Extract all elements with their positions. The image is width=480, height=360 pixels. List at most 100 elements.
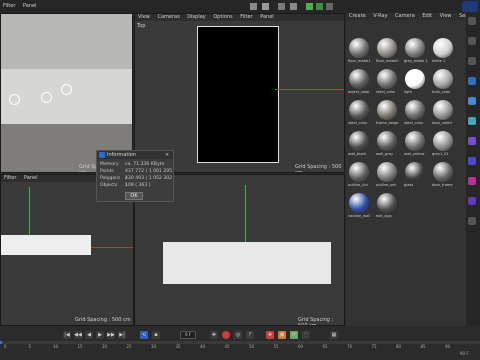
perspective-viewport[interactable]: Grid Spacing : 500 cm: [0, 13, 133, 173]
material-swatch[interactable]: bulb_color: [432, 69, 454, 99]
menu-display[interactable]: Display: [187, 14, 205, 20]
material-label: frame_beige: [376, 121, 399, 125]
material-swatch[interactable]: wall_grey: [376, 131, 398, 161]
material-preview: [433, 100, 453, 120]
material-swatch[interactable]: floor_metal1: [348, 38, 371, 68]
next-frame-icon[interactable]: ▶▶: [107, 331, 115, 339]
material-label: wall_grey: [376, 152, 393, 156]
menu-filter[interactable]: Filter: [240, 14, 252, 20]
model-mode-icon[interactable]: [468, 77, 476, 85]
grid-spacing-label: Grid Spacing : 500 cm: [295, 164, 342, 173]
right-toolbar: [466, 13, 480, 326]
paint-icon[interactable]: [468, 197, 476, 205]
point-key-icon[interactable]: ⁛: [302, 331, 310, 339]
material-swatch[interactable]: outline_Ani: [348, 162, 370, 192]
close-icon[interactable]: ×: [165, 152, 171, 158]
layout-button[interactable]: [462, 1, 478, 12]
y-axis: [245, 185, 246, 243]
polygon-mode-icon[interactable]: [468, 97, 476, 105]
menu-view[interactable]: View: [138, 14, 150, 20]
material-swatch[interactable]: caution_wall: [348, 193, 370, 223]
menu-panel[interactable]: Panel: [260, 14, 274, 20]
material-swatch[interactable]: frame_beige: [376, 100, 398, 130]
material-preview: [405, 69, 425, 89]
range-icon[interactable]: ▪: [152, 331, 160, 339]
prev-key-icon[interactable]: ◀◀: [74, 331, 82, 339]
material-swatch[interactable]: outline_vet: [376, 162, 398, 192]
material-label: wall_black: [348, 152, 367, 156]
material-swatch[interactable]: door_frame: [432, 162, 454, 192]
menu-create[interactable]: Create: [349, 13, 366, 19]
timeline-tick: 40: [200, 344, 206, 349]
loop-icon[interactable]: ⟲: [140, 331, 148, 339]
material-swatch[interactable]: steel_color: [348, 100, 370, 130]
material-label: floor_metal0: [376, 59, 399, 63]
menu-panel[interactable]: Panel: [23, 3, 37, 9]
material-swatch[interactable]: wall_yellow: [404, 131, 426, 161]
frame-field[interactable]: 0 F: [180, 331, 196, 339]
material-label: steel_color: [404, 121, 424, 125]
go-end-icon[interactable]: ▶|: [118, 331, 126, 339]
row-value: ca. 71.336 KByte: [125, 162, 165, 167]
top-viewport[interactable]: View Cameras Display Options Filter Pane…: [134, 13, 345, 173]
material-swatch[interactable]: floor_metal0: [376, 38, 399, 68]
material-preview: [405, 162, 425, 182]
scene-render: [197, 26, 279, 163]
timeline-tick: 70: [347, 344, 353, 349]
playhead[interactable]: [0, 341, 2, 344]
material-swatch[interactable]: steel_color: [404, 100, 426, 130]
material-swatch[interactable]: grey_metal 1: [404, 38, 428, 68]
deformer-icon[interactable]: [316, 3, 323, 10]
cube-tool-icon[interactable]: [468, 17, 476, 25]
move-key-icon[interactable]: ✥: [210, 331, 218, 339]
material-swatch[interactable]: glass: [404, 162, 426, 192]
material-swatch[interactable]: object_color: [348, 69, 370, 99]
edge-mode-icon[interactable]: [468, 117, 476, 125]
menu-panel[interactable]: Panel: [24, 175, 38, 181]
menu-camera[interactable]: Camera: [395, 13, 415, 19]
material-swatch[interactable]: light: [404, 69, 426, 99]
play-icon[interactable]: ▶: [96, 331, 104, 339]
record-icon[interactable]: [222, 331, 230, 339]
timeline-settings-icon[interactable]: ▦: [330, 331, 338, 339]
timeline-ruler[interactable]: [0, 341, 480, 344]
menu-filter[interactable]: Filter: [4, 175, 16, 181]
material-label: exit_sign: [376, 214, 392, 218]
viewport-label: Top: [137, 23, 146, 29]
menu-options[interactable]: Options: [213, 14, 232, 20]
keyframe-icon[interactable]: ?: [246, 331, 254, 339]
dialog-row: Polygons 430 493 ( 1 052 302 ): [97, 175, 175, 188]
go-start-icon[interactable]: |◀: [63, 331, 71, 339]
scale-key-icon[interactable]: ▣: [278, 331, 286, 339]
spline-icon[interactable]: [306, 3, 313, 10]
material-swatch[interactable]: grey1_01: [432, 131, 454, 161]
edit-icon[interactable]: [290, 3, 297, 10]
material-preview: [377, 38, 397, 58]
auto-key-icon[interactable]: ◎: [234, 331, 242, 339]
uv-mode-icon[interactable]: [468, 157, 476, 165]
material-swatch[interactable]: white 1: [432, 38, 454, 68]
material-swatch[interactable]: door_sided: [432, 100, 454, 130]
menu-view[interactable]: View: [440, 13, 452, 19]
menu-edit[interactable]: Edit: [422, 13, 432, 19]
prev-frame-icon[interactable]: ◀: [85, 331, 93, 339]
position-key-icon[interactable]: ✥: [266, 331, 274, 339]
point-mode-icon[interactable]: [468, 137, 476, 145]
material-preview: [349, 162, 369, 182]
snap-icon[interactable]: [468, 217, 476, 225]
render-icon[interactable]: [250, 3, 257, 10]
material-swatch[interactable]: exit_sign: [376, 193, 398, 223]
render-settings-icon[interactable]: [262, 3, 269, 10]
menu-filter[interactable]: Filter: [3, 3, 15, 9]
ok-button[interactable]: OK: [125, 192, 143, 200]
menu-vray[interactable]: V-Ray: [373, 13, 387, 19]
cube-icon[interactable]: [278, 3, 285, 10]
rotation-key-icon[interactable]: ⟳: [290, 331, 298, 339]
scene-icon[interactable]: [326, 3, 333, 10]
menu-cameras[interactable]: Cameras: [157, 14, 179, 20]
sculpt-icon[interactable]: [468, 177, 476, 185]
material-swatch[interactable]: steel_color: [376, 69, 398, 99]
scale-tool-icon[interactable]: [468, 57, 476, 65]
material-swatch[interactable]: wall_black: [348, 131, 370, 161]
move-tool-icon[interactable]: [468, 37, 476, 45]
